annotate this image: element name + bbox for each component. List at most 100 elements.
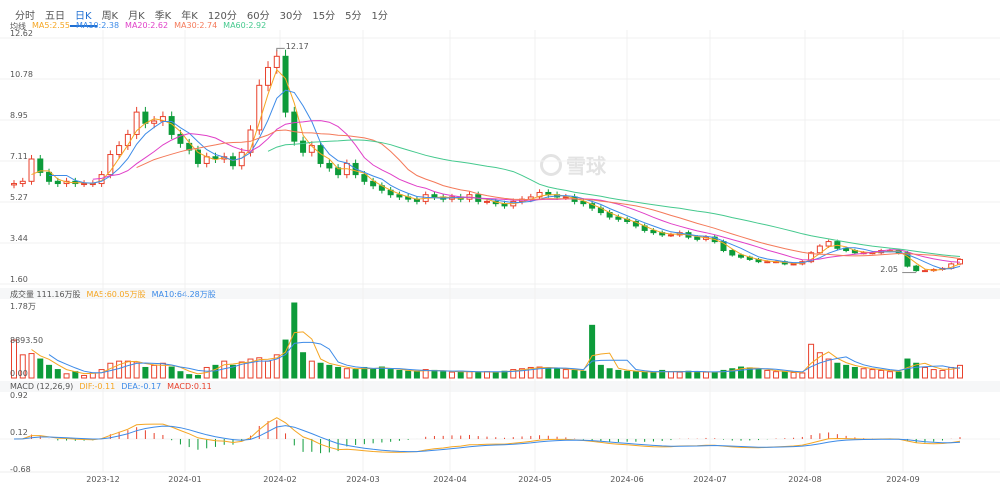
- volume-bar: [843, 364, 850, 379]
- candle-up: [28, 158, 35, 182]
- volume-bar: [790, 372, 797, 379]
- volume-bar: [46, 364, 53, 379]
- volume-bar: [597, 364, 604, 379]
- dif-line: [13, 417, 961, 453]
- volume-bar: [799, 372, 806, 379]
- volume-bar: [834, 362, 841, 379]
- volume-bar: [869, 369, 876, 379]
- candle-up: [11, 183, 17, 186]
- volume-bar: [212, 364, 219, 379]
- volume-bar: [54, 369, 61, 379]
- candle-up: [273, 55, 280, 68]
- candle-down: [326, 162, 333, 169]
- volume-bar: [773, 371, 780, 379]
- candle-down: [729, 250, 736, 256]
- volume-bar: [694, 371, 701, 379]
- volume-bar: [632, 371, 639, 379]
- kline-chart[interactable]: [0, 0, 1000, 494]
- candle-down: [431, 194, 438, 198]
- candle-down: [142, 111, 149, 124]
- volume-bar: [370, 368, 377, 379]
- volume-bar: [343, 368, 350, 379]
- volume-bar: [265, 360, 272, 379]
- max-price-label: 12.17: [285, 42, 309, 52]
- volume-bar: [282, 339, 289, 379]
- x-axis-label: 2024-09: [886, 475, 920, 484]
- volume-bar: [825, 358, 832, 379]
- volume-bar: [957, 364, 963, 379]
- ma10-line: [49, 89, 961, 270]
- candle-up: [81, 183, 88, 186]
- volume-bar: [921, 366, 928, 379]
- candle-down: [229, 156, 236, 167]
- volume-bar: [571, 369, 578, 379]
- ma20-line: [92, 120, 961, 263]
- candle-down: [694, 236, 701, 240]
- volume-axis-label: 8893.50: [10, 336, 44, 345]
- volume-bar: [37, 358, 44, 379]
- volume-bar: [396, 369, 403, 379]
- volume-bar: [151, 364, 158, 379]
- x-axis-label: 2024-08: [788, 475, 822, 484]
- volume-bar: [28, 353, 35, 379]
- volume-bar: [580, 370, 587, 379]
- volume-bar: [72, 371, 79, 379]
- volume-bar: [545, 367, 552, 379]
- price-axis-label: 7.11: [10, 152, 28, 161]
- price-axis-label: 1.60: [10, 275, 28, 284]
- price-axis-label: 8.95: [10, 111, 28, 120]
- volume-bar: [808, 343, 815, 379]
- volume-bar: [492, 371, 499, 379]
- candle-up: [265, 66, 272, 86]
- min-price-label: 2.05: [880, 264, 899, 274]
- volume-bar: [440, 371, 447, 379]
- volume-bar: [650, 372, 657, 379]
- volume-bar: [431, 369, 438, 379]
- volume-bar: [484, 371, 490, 379]
- candle-down: [54, 180, 61, 185]
- volume-bar: [755, 369, 762, 379]
- price-axis-label: 3.44: [10, 234, 28, 243]
- price-axis-label: 12.62: [10, 29, 33, 38]
- volume-bar: [676, 371, 683, 379]
- candle-up: [921, 270, 928, 273]
- volume-bar: [168, 366, 175, 379]
- volume-bar: [878, 369, 885, 379]
- volume-bar: [562, 369, 569, 379]
- volume-bar: [711, 372, 718, 379]
- volume-bar: [851, 366, 858, 379]
- volume-bar: [615, 369, 622, 379]
- volume-bar: [457, 370, 464, 379]
- volume-bar: [405, 370, 412, 379]
- macd-axis-label: -0.68: [10, 465, 31, 474]
- macd-axis-label: 0.12: [10, 428, 28, 437]
- volume-bar: [317, 362, 324, 379]
- volume-bar: [685, 370, 692, 379]
- volume-bar: [886, 371, 893, 379]
- x-axis-label: 2024-05: [518, 475, 552, 484]
- volume-bar: [335, 366, 342, 379]
- volume-bar: [98, 369, 105, 379]
- volume-bar: [413, 371, 420, 379]
- volume-bar: [895, 371, 902, 379]
- volume-bar: [133, 361, 140, 379]
- candle-up: [124, 133, 131, 147]
- volume-bar: [589, 324, 596, 379]
- candle-up: [19, 180, 26, 185]
- volume-ma10-line: [48, 341, 961, 374]
- max-price-marker: [276, 47, 285, 52]
- x-axis-label: 2023-12: [86, 475, 120, 484]
- candle-down: [37, 158, 44, 173]
- candle-up: [484, 200, 490, 203]
- candle-up: [151, 120, 158, 124]
- price-axis-label: 5.27: [10, 193, 28, 202]
- volume-bar: [308, 360, 315, 379]
- volume-bar: [624, 370, 631, 379]
- volume-bar: [448, 371, 455, 379]
- candle-down: [291, 111, 298, 142]
- x-axis-label: 2024-04: [433, 475, 467, 484]
- volume-axis-label: 1.78万: [10, 302, 36, 311]
- candle-up: [116, 145, 123, 156]
- volume-bar: [177, 371, 184, 379]
- volume-bar: [124, 360, 131, 379]
